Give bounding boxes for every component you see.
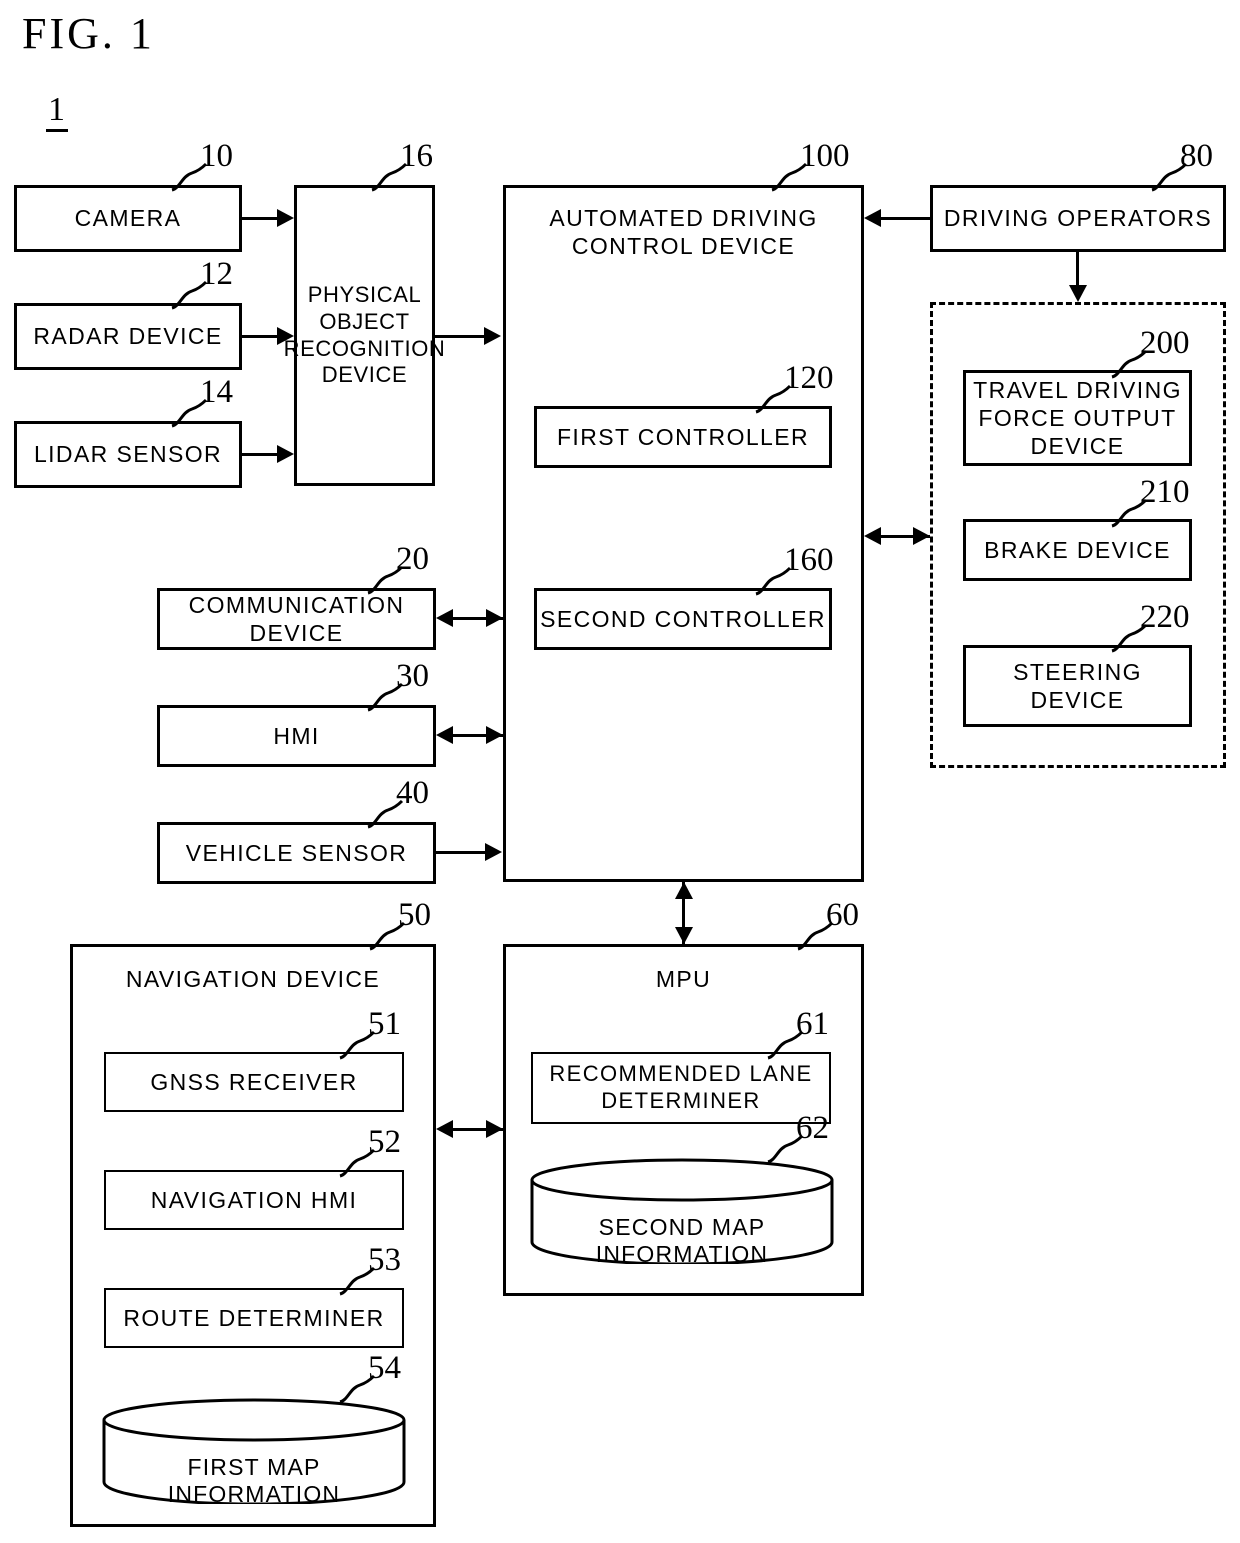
block-travel-driving-force-output-device: TRAVEL DRIVING FORCE OUTPUT DEVICE xyxy=(963,370,1192,466)
leader-camera xyxy=(171,162,208,192)
block-first-controller: FIRST CONTROLLER xyxy=(534,406,832,468)
leader-lidar-sensor xyxy=(171,398,208,428)
leader-hmi xyxy=(367,682,404,712)
leader-mpu xyxy=(797,921,834,951)
block-navigation-hmi: NAVIGATION HMI xyxy=(104,1170,404,1230)
block-vehicle-sensor: VEHICLE SENSOR xyxy=(157,822,436,884)
leader-second-controller xyxy=(755,566,792,596)
label-navigation-device: NAVIGATION DEVICE xyxy=(125,966,381,992)
system-reference-number: 1 xyxy=(46,92,68,132)
arrowhead-radar-to-recognition xyxy=(277,327,294,345)
figure-title: FIG. 1 xyxy=(22,9,155,58)
leader-automated-driving-control-device xyxy=(771,162,808,192)
block-communication-device: COMMUNICATION DEVICE xyxy=(157,588,436,650)
leader-vehicle-sensor xyxy=(367,799,404,829)
arrowhead-adc-to-actuators xyxy=(913,527,930,545)
block-automated-driving-control-device: AUTOMATED DRIVING CONTROL DEVICE xyxy=(503,185,864,882)
block-route-determiner: ROUTE DETERMINER xyxy=(104,1288,404,1348)
leader-travel-driving-force-output-device xyxy=(1111,349,1148,379)
block-driving-operators: DRIVING OPERATORS xyxy=(930,185,1226,252)
block-hmi: HMI xyxy=(157,705,436,767)
leader-steering-device xyxy=(1111,623,1148,653)
arrowhead-adc-to-hmi xyxy=(436,726,453,744)
block-steering-device: STEERING DEVICE xyxy=(963,645,1192,727)
connector-lidar-to-recognition xyxy=(242,453,278,456)
patent-figure-canvas: FIG. 1 1 CAMERA 10 RADAR DEVICE 12 LIDAR… xyxy=(0,0,1240,1543)
leader-navigation-hmi xyxy=(339,1148,376,1178)
block-second-controller: SECOND CONTROLLER xyxy=(534,588,832,650)
leader-gnss-receiver xyxy=(339,1030,376,1060)
block-brake-device: BRAKE DEVICE xyxy=(963,519,1192,581)
connector-recognition-to-adc xyxy=(435,335,485,338)
block-physical-object-recognition-device: PHYSICAL OBJECT RECOGNITION DEVICE xyxy=(284,185,445,486)
arrowhead-adc-to-communication xyxy=(436,609,453,627)
leader-radar-device xyxy=(171,280,208,310)
arrowhead-adc-to-mpu xyxy=(675,927,693,944)
label-automated-driving-control-device: AUTOMATED DRIVING CONTROL DEVICE xyxy=(549,205,818,260)
block-first-map-information: FIRST MAP INFORMATION xyxy=(100,1398,408,1507)
leader-communication-device xyxy=(367,565,404,595)
leader-brake-device xyxy=(1111,498,1148,528)
connector-driving-operators-to-adc xyxy=(881,217,930,220)
arrowhead-vehicle-sensor-to-adc xyxy=(485,843,502,861)
leader-recommended-lane-determiner xyxy=(767,1030,804,1060)
leader-route-determiner xyxy=(339,1266,376,1296)
connector-radar-to-recognition xyxy=(242,335,278,338)
leader-navigation-device xyxy=(369,921,406,951)
label-mpu: MPU xyxy=(655,966,712,992)
block-lidar-sensor: LIDAR SENSOR xyxy=(14,421,242,488)
connector-camera-to-recognition xyxy=(242,217,278,220)
arrowhead-mpu-to-navigation xyxy=(436,1120,453,1138)
leader-driving-operators xyxy=(1151,162,1188,192)
leader-second-map-information xyxy=(767,1134,804,1164)
arrowhead-recognition-to-adc xyxy=(484,327,501,345)
label-first-map-information: FIRST MAP INFORMATION xyxy=(167,1454,341,1507)
leader-first-map-information xyxy=(339,1374,376,1404)
label-second-map-information: SECOND MAP INFORMATION xyxy=(595,1214,769,1267)
connector-driving-operators-to-actuators xyxy=(1076,252,1079,288)
arrowhead-mpu-to-adc xyxy=(675,882,693,899)
block-gnss-receiver: GNSS RECEIVER xyxy=(104,1052,404,1112)
block-radar-device: RADAR DEVICE xyxy=(14,303,242,370)
connector-vehicle-sensor-to-adc xyxy=(436,851,486,854)
leader-object-recognition xyxy=(371,162,408,192)
block-camera: CAMERA xyxy=(14,185,242,252)
arrowhead-actuators-to-adc xyxy=(864,527,881,545)
arrowhead-camera-to-recognition xyxy=(277,209,294,227)
block-recommended-lane-determiner: RECOMMENDED LANE DETERMINER xyxy=(531,1052,831,1124)
arrowhead-lidar-to-recognition xyxy=(277,445,294,463)
block-second-map-information: SECOND MAP INFORMATION xyxy=(528,1158,836,1267)
arrowhead-driving-operators-to-adc xyxy=(864,209,881,227)
arrowhead-hmi-to-adc xyxy=(486,726,503,744)
leader-first-controller xyxy=(755,384,792,414)
arrowhead-communication-to-adc xyxy=(486,609,503,627)
arrowhead-driving-operators-to-actuators xyxy=(1069,285,1087,302)
arrowhead-navigation-to-mpu xyxy=(486,1120,503,1138)
